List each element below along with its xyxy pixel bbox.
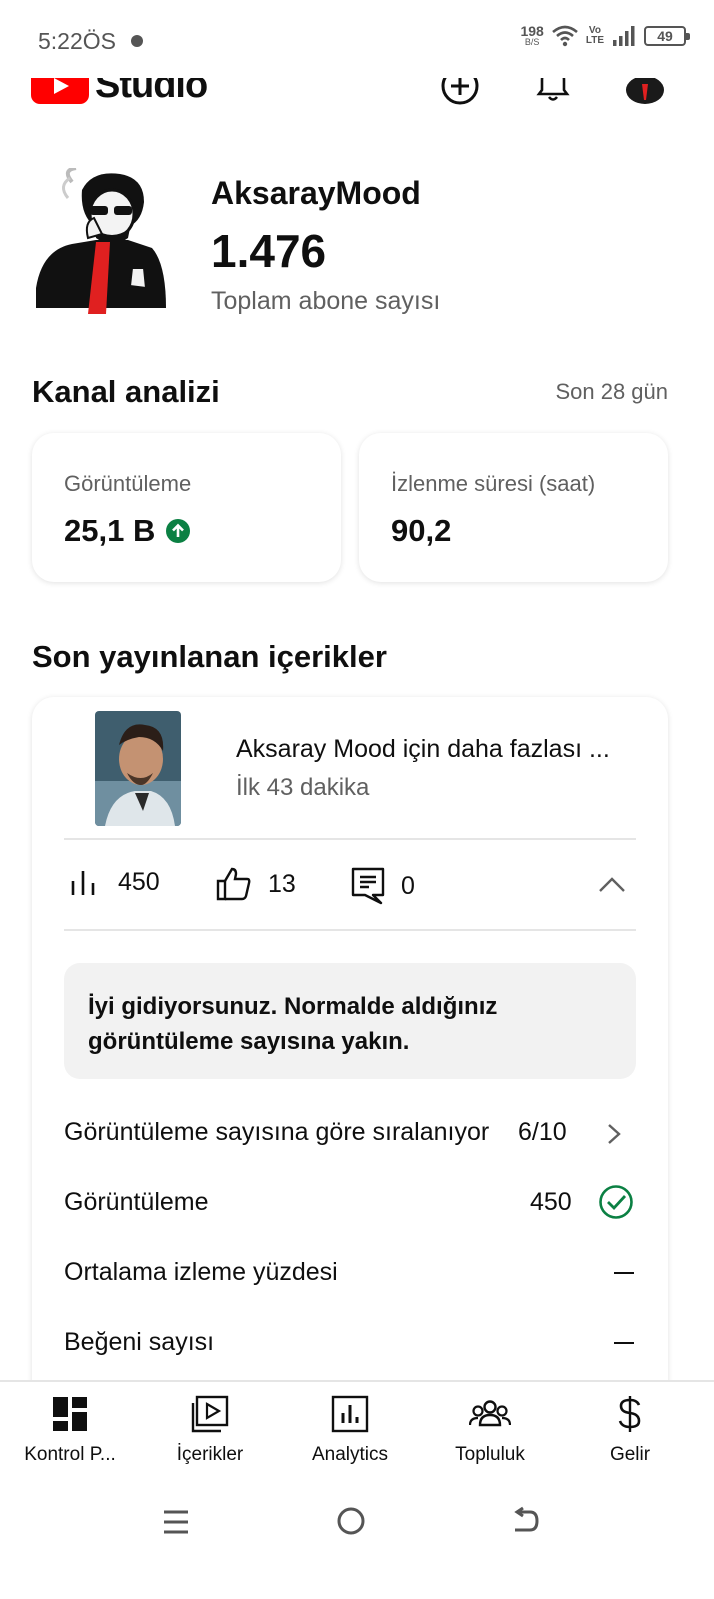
subscriber-count: 1.476 <box>211 225 327 277</box>
recent-content-title: Son yayınlanan içerikler <box>32 639 387 674</box>
divider <box>64 929 636 931</box>
network-speed-value: 198 <box>520 23 544 39</box>
views-metric-card[interactable]: Görüntüleme 25,1 B <box>32 433 341 582</box>
trend-up-icon <box>166 519 191 543</box>
account-avatar[interactable] <box>624 78 666 106</box>
video-thumbnail[interactable] <box>95 711 181 826</box>
thumbs-up-icon <box>216 867 251 901</box>
comment-icon <box>351 867 385 905</box>
content-icon <box>191 1395 229 1433</box>
volte-top: Vo <box>588 24 601 36</box>
video-likes-stat: 13 <box>216 867 296 901</box>
empty-value-dash <box>614 1342 634 1344</box>
volte-bottom: LTE <box>585 34 604 46</box>
community-icon <box>469 1400 511 1427</box>
avg-percentage-row: Ortalama izleme yüzdesi <box>64 1252 636 1292</box>
signal-icon <box>613 25 635 46</box>
watch-time-metric-card[interactable]: İzlenme süresi (saat) 90,2 <box>359 433 668 582</box>
nav-item-dashboard[interactable]: Kontrol P... <box>0 1394 140 1466</box>
row-label: Ortalama izleme yüzdesi <box>64 1258 338 1286</box>
back-icon[interactable] <box>510 1506 540 1536</box>
nav-label: Topluluk <box>455 1444 525 1465</box>
subscriber-label: Toplam abone sayısı <box>211 287 441 315</box>
nav-item-analytics[interactable]: Analytics <box>280 1394 420 1466</box>
views-count: 450 <box>118 867 160 896</box>
metric-label: Görüntüleme <box>64 471 192 496</box>
video-title[interactable]: Aksaray Mood için daha fazlası ... <box>236 735 636 764</box>
app-header: Studio <box>0 78 714 128</box>
row-label: Görüntüleme sayısına göre sıralanıyor <box>64 1118 490 1146</box>
ranking-row[interactable]: Görüntüleme sayısına göre sıralanıyor 6/… <box>64 1112 636 1152</box>
metric-value-row: 25,1 B <box>64 513 191 549</box>
row-value: 6/10 <box>518 1118 567 1146</box>
recents-icon[interactable] <box>162 1508 190 1536</box>
performance-message: İyi gidiyorsunuz. Normalde aldığınız gör… <box>64 963 636 1079</box>
volte-indicator: Vo LTE <box>585 24 604 46</box>
nav-item-content[interactable]: İçerikler <box>140 1394 280 1466</box>
dashboard-icon <box>53 1397 87 1431</box>
create-icon[interactable] <box>440 78 480 106</box>
views-row: Görüntüleme 450 <box>64 1182 636 1222</box>
notification-dot-icon <box>131 35 143 47</box>
metric-label: İzlenme süresi (saat) <box>391 471 596 496</box>
video-views-stat: 450 <box>70 867 160 897</box>
status-indicators: 198 B/S Vo LTE 49 <box>520 24 690 47</box>
channel-avatar <box>32 166 170 316</box>
chevron-up-icon[interactable] <box>597 875 627 895</box>
network-speed: 198 B/S <box>520 24 543 47</box>
channel-name: AksarayMood <box>211 175 421 211</box>
analytics-icon <box>331 1395 369 1433</box>
nav-label: Analytics <box>311 1444 389 1465</box>
wifi-icon <box>552 25 578 46</box>
metric-value: 25,1 B <box>64 513 156 548</box>
studio-logo-text: Studio <box>95 78 208 106</box>
metric-value: 90,2 <box>391 513 452 548</box>
row-label: Görüntüleme <box>64 1188 209 1216</box>
analytics-period: Son 28 gün <box>555 379 668 404</box>
earn-icon <box>618 1396 641 1432</box>
battery-icon: 49 <box>644 25 690 46</box>
row-value: 450 <box>530 1188 572 1216</box>
divider <box>64 838 636 840</box>
empty-value-dash <box>614 1272 634 1274</box>
status-time: 5:22ÖS <box>38 28 116 54</box>
video-comments-stat: 0 <box>351 867 415 905</box>
youtube-logo-icon <box>31 78 89 104</box>
channel-analytics-title: Kanal analizi <box>32 374 220 409</box>
row-label: Beğeni sayısı <box>64 1328 215 1356</box>
likes-count: 13 <box>268 869 296 898</box>
system-navigation <box>0 1484 714 1599</box>
nav-item-community[interactable]: Topluluk <box>420 1394 560 1466</box>
status-bar: 5:22ÖS 198 B/S Vo LTE 49 <box>0 0 714 78</box>
check-circle-icon <box>599 1185 633 1219</box>
views-bar-icon <box>71 871 95 895</box>
likes-row: Beğeni sayısı <box>64 1322 636 1362</box>
recent-video-card: Aksaray Mood için daha fazlası ... İlk 4… <box>32 697 668 1417</box>
nav-label: İçerikler <box>176 1444 244 1465</box>
comments-count: 0 <box>401 871 415 900</box>
studio-logo[interactable]: Studio <box>31 78 208 107</box>
video-age: İlk 43 dakika <box>236 774 370 801</box>
nav-item-earn[interactable]: Gelir <box>560 1394 700 1466</box>
bottom-navigation: Kontrol P... İçerikler Analytics Toplulu… <box>0 1380 714 1484</box>
nav-label: Gelir <box>609 1444 651 1465</box>
notifications-icon[interactable] <box>536 78 570 106</box>
chevron-right-icon <box>608 1124 621 1144</box>
network-speed-unit: B/S <box>524 37 540 47</box>
nav-label: Kontrol P... <box>24 1444 116 1465</box>
home-icon[interactable] <box>336 1506 366 1536</box>
